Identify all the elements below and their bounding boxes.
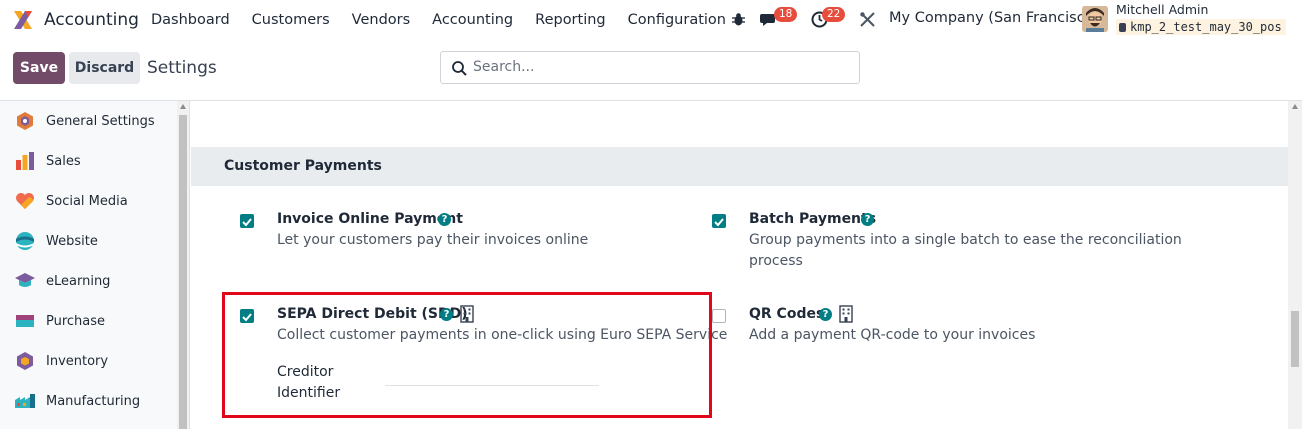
purchase-icon [16,315,34,327]
discard-button[interactable]: Discard [69,52,140,84]
menu-reporting[interactable]: Reporting [524,0,617,40]
sidebar-label: Sales [46,153,81,169]
invoice-online-payment-desc: Let your customers pay their invoices on… [277,232,589,248]
save-button[interactable]: Save [13,52,65,84]
invoice-online-payment-checkbox[interactable] [240,214,254,228]
navbar: Accounting Dashboard Customers Vendors A… [0,0,1302,40]
scroll-up-icon[interactable] [1292,104,1298,109]
sidebar-label: General Settings [46,113,155,129]
search-input[interactable]: Search... [440,51,860,84]
sidebar-item-sales[interactable]: Sales [0,141,176,181]
sidebar-label: Social Media [46,193,128,209]
check-icon [714,218,724,227]
tools-icon[interactable] [859,11,876,28]
accounting-app-icon[interactable] [12,9,34,31]
social-media-icon [16,193,34,209]
sidebar-item-elearning[interactable]: eLearning [0,261,176,301]
menu-customers[interactable]: Customers [241,0,341,40]
scroll-up-icon[interactable] [180,104,186,109]
sidebar-label: Manufacturing [46,393,141,409]
content-scrollbar-thumb[interactable] [1291,311,1299,367]
database-label: kmp_2_test_may_30_pos [1130,20,1282,34]
search-placeholder: Search... [473,59,535,75]
qr-codes-desc: Add a payment QR-code to your invoices [749,327,1036,343]
search-icon [452,61,467,76]
sidebar-item-purchase[interactable]: Purchase [0,301,176,341]
breadcrumb: Settings [147,58,217,78]
sepa-highlight-box [222,292,712,418]
sidebar-item-general-settings[interactable]: General Settings [0,101,176,141]
user-avatar[interactable] [1082,6,1108,32]
sidebar-label: Purchase [46,313,106,329]
sidebar-item-social-media[interactable]: Social Media [0,181,176,221]
elearning-icon [15,273,35,287]
menu-configuration[interactable]: Configuration [617,0,737,40]
help-icon[interactable]: ? [861,213,874,226]
section-title: Customer Payments [224,158,382,174]
batch-payments-desc-cont: process [749,253,803,269]
sidebar-label: eLearning [46,273,111,289]
menu-accounting[interactable]: Accounting [421,0,524,40]
bug-icon[interactable] [731,12,746,27]
settings-sidebar: General Settings Sales Social Media Webs… [0,101,190,429]
batch-payments-title: Batch Payments [749,211,877,227]
sidebar-scrollbar[interactable] [177,101,189,429]
sales-icon [16,152,34,170]
main-menu: Dashboard Customers Vendors Accounting R… [140,0,737,40]
help-icon[interactable]: ? [819,308,832,321]
activities-count-badge: 22 [822,7,846,22]
inventory-icon [17,352,33,370]
app-name[interactable]: Accounting [44,10,139,30]
invoice-online-payment-title: Invoice Online Payment [277,211,463,227]
menu-dashboard[interactable]: Dashboard [140,0,241,40]
sidebar-label: Website [46,233,98,249]
database-name: kmp_2_test_may_30_pos [1116,19,1286,35]
sidebar-item-manufacturing[interactable]: Manufacturing [0,381,176,421]
sidebar-item-inventory[interactable]: Inventory [0,341,176,381]
sidebar-label: Inventory [46,353,109,369]
content-scrollbar[interactable] [1288,101,1302,429]
company-building-icon [839,305,853,323]
qr-codes-checkbox[interactable] [712,309,726,323]
batch-payments-checkbox[interactable] [712,214,726,228]
database-icon [1119,23,1126,32]
general-settings-icon [17,112,33,130]
control-panel: Save Discard Settings Search... [0,40,1302,101]
manufacturing-icon [15,394,35,408]
section-header: Customer Payments [191,147,1288,186]
check-icon [242,218,252,227]
user-name[interactable]: Mitchell Admin [1116,2,1208,17]
sidebar-item-website[interactable]: Website [0,221,176,261]
messages-count-badge: 18 [774,7,798,22]
batch-payments-desc: Group payments into a single batch to ea… [749,232,1182,248]
help-icon[interactable]: ? [438,213,451,226]
menu-vendors[interactable]: Vendors [341,0,422,40]
qr-codes-title: QR Codes [749,306,825,322]
company-switcher[interactable]: My Company (San Francisco) [889,10,1099,26]
sidebar-scrollbar-thumb[interactable] [179,115,187,429]
website-icon [16,232,34,250]
